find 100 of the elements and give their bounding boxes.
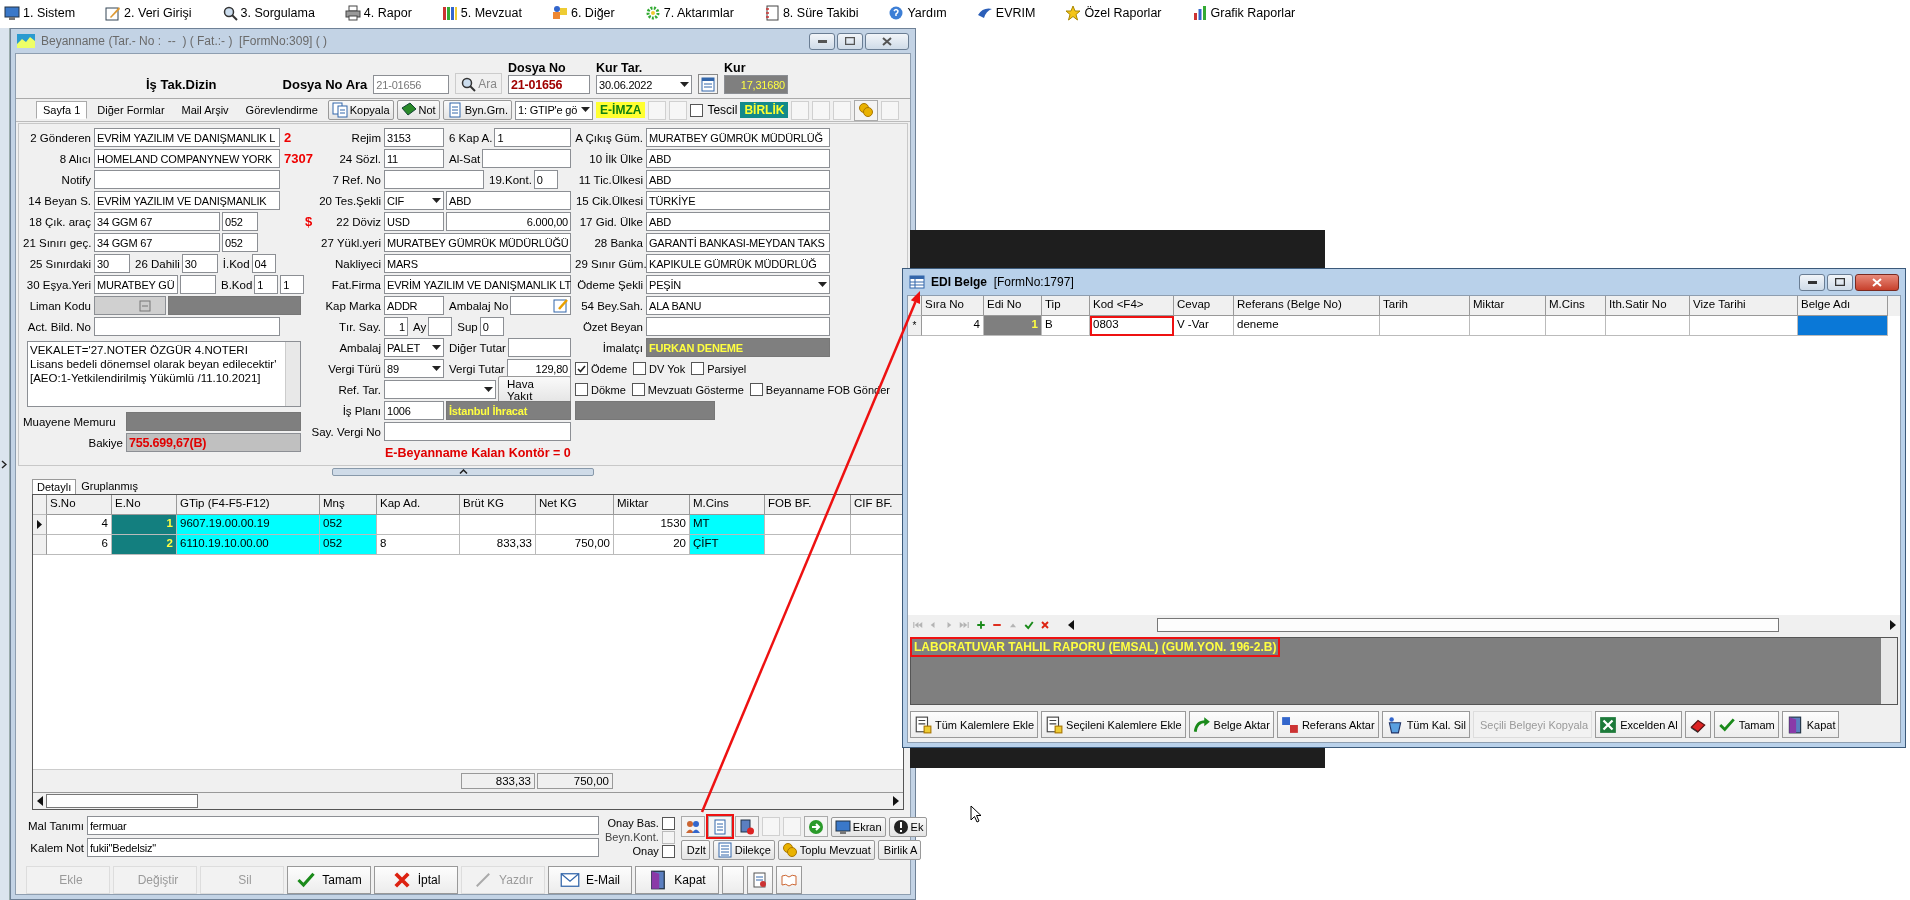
menu-item[interactable]: 3. Sorgulama	[221, 5, 315, 21]
menu-item[interactable]: 1. Sistem	[4, 5, 76, 21]
text-field[interactable]: MARS	[384, 254, 571, 273]
checkbox[interactable]	[633, 362, 647, 375]
text-field[interactable]: 34 GGM 67	[94, 212, 220, 231]
column-header[interactable]: Vize Tarihi	[1690, 296, 1798, 316]
menu-item[interactable]: Özel Raporlar	[1065, 5, 1162, 21]
text-field[interactable]: ALA BANU	[646, 296, 830, 315]
checkbox[interactable]	[575, 362, 588, 375]
column-header[interactable]: Sıra No	[922, 296, 984, 316]
column-header[interactable]: Miktar	[1470, 296, 1546, 316]
text-field[interactable]: MURATBEY GÜ	[94, 275, 178, 294]
column-header[interactable]: Kod <F4>	[1090, 296, 1174, 316]
text-field[interactable]: ABD	[446, 191, 571, 210]
close-button[interactable]	[865, 32, 909, 50]
text-field[interactable]: 30	[181, 254, 218, 273]
column-header[interactable]: Net KG	[536, 495, 614, 515]
vertical-scrollbar[interactable]	[285, 342, 300, 406]
file-number-field[interactable]: 21-01656	[508, 75, 591, 94]
toolbar-button[interactable]	[734, 816, 759, 837]
dropdown[interactable]: 1: GTIP'e gö	[515, 100, 594, 120]
text-field[interactable]: ABD	[646, 149, 830, 168]
text-field[interactable]	[94, 317, 280, 336]
text-field[interactable]: ADDR	[384, 296, 444, 315]
action-button[interactable]: Tamam	[1713, 711, 1779, 738]
column-header[interactable]: Tarih	[1380, 296, 1470, 316]
horizontal-scrollbar[interactable]	[33, 792, 903, 809]
maximize-button[interactable]	[837, 32, 863, 50]
text-field[interactable]	[180, 275, 216, 294]
toolbar-button[interactable]: Birlik A	[877, 840, 922, 860]
text-field[interactable]: 1	[494, 128, 571, 147]
action-button[interactable]: Kapat	[1781, 711, 1840, 738]
toolbar-button[interactable]: Toplu Mevzuat	[777, 840, 875, 860]
column-header[interactable]: FOB BF.	[765, 495, 851, 515]
dropdown[interactable]: PEŞİN	[646, 275, 830, 294]
text-field[interactable]	[482, 149, 571, 168]
text-field[interactable]: 0	[533, 170, 558, 189]
action-button[interactable]: Tüm Kalemlere Ekle	[910, 711, 1039, 738]
action-button[interactable]	[1684, 711, 1711, 738]
tab[interactable]: Detaylı	[32, 479, 77, 494]
text-field[interactable]	[646, 317, 830, 336]
navigator-button[interactable]	[1038, 619, 1052, 631]
menu-item[interactable]: 7. Aktarımlar	[644, 5, 734, 21]
toolbar-button[interactable]	[854, 99, 879, 121]
column-header[interactable]: M.Cins	[1546, 296, 1606, 316]
tab[interactable]: Gruplanmış	[76, 478, 144, 494]
toolbar-button[interactable]: Byn.Grn.	[442, 100, 513, 120]
toolbar-button[interactable]	[803, 816, 828, 837]
menu-item[interactable]: EVRIM	[976, 5, 1036, 21]
toolbar-button[interactable]: Kopyala	[327, 100, 394, 120]
menu-item[interactable]: 5. Mevzuat	[441, 5, 522, 21]
memo-field[interactable]: LABORATUVAR TAHLIL RAPORU (EMSAL) (GUM.YON. 196-2.B)	[910, 637, 1898, 705]
action-button[interactable]: Kapat	[635, 866, 719, 894]
column-header[interactable]: Ith.Satir No	[1606, 296, 1690, 316]
text-field[interactable]	[510, 296, 571, 315]
column-header[interactable]: Cevap	[1174, 296, 1234, 316]
action-button[interactable]: E-Mail	[548, 866, 632, 894]
tab[interactable]: Görevlendirme	[238, 101, 325, 119]
column-header[interactable]: Referans (Belge No)	[1234, 296, 1380, 316]
checkbox[interactable]	[691, 362, 705, 375]
vertical-scrollbar[interactable]	[1881, 638, 1897, 704]
text-field[interactable]: 04	[251, 254, 276, 273]
column-header[interactable]: Kap Ad.	[377, 495, 460, 515]
action-button[interactable]: Belge Aktar	[1188, 711, 1274, 738]
dropdown[interactable]: 89	[384, 359, 444, 378]
text-field[interactable]: USD	[384, 212, 444, 231]
text-field[interactable]: 129,80	[506, 359, 571, 378]
action-button[interactable]: Excelden Al	[1595, 711, 1682, 738]
tab[interactable]: Diğer Formlar	[90, 101, 172, 119]
menu-item[interactable]: Grafik Raporlar	[1191, 5, 1296, 21]
menu-item[interactable]: 2. Veri Girişi	[105, 5, 192, 21]
toolbar-button[interactable]: Dzlt	[680, 840, 710, 860]
checkbox[interactable]	[690, 103, 704, 117]
tab[interactable]: Sayfa 1	[36, 101, 88, 119]
text-field[interactable]: KAPIKULE GÜMRÜK MÜDÜRLÜĞ	[646, 254, 830, 273]
text-field[interactable]	[428, 317, 453, 336]
row-indicator[interactable]	[33, 515, 47, 535]
text-field[interactable]: ABD	[646, 170, 830, 189]
icon-button[interactable]	[747, 866, 773, 894]
text-field[interactable]: 052	[222, 233, 258, 252]
action-button[interactable]: İptal	[374, 866, 458, 894]
text-field[interactable]: 1006	[384, 401, 444, 420]
text-field[interactable]: 11	[384, 149, 444, 168]
menu-item[interactable]: 4. Rapor	[344, 5, 412, 21]
text-field[interactable]: 1	[254, 275, 279, 294]
minimize-button[interactable]	[1799, 273, 1825, 291]
lookup-field[interactable]	[94, 296, 166, 315]
action-button[interactable]: Seçileni Kalemlere Ekle	[1041, 711, 1186, 738]
checkbox[interactable]	[661, 816, 675, 830]
icon-button[interactable]	[776, 866, 802, 894]
toolbar-button[interactable]	[707, 816, 732, 837]
text-field[interactable]: EVRİM YAZILIM VE DANIŞMANLIK L	[94, 128, 280, 147]
text-field[interactable]: 3153	[384, 128, 444, 147]
row-indicator[interactable]: *	[908, 316, 922, 336]
checkbox[interactable]	[575, 383, 588, 396]
tab[interactable]: Mail Arşiv	[174, 101, 236, 119]
column-header[interactable]: Miktar	[614, 495, 690, 515]
text-field[interactable]: 052	[222, 212, 258, 231]
action-button[interactable]: Referans Aktar	[1276, 711, 1379, 738]
menu-item[interactable]: 8. Süre Takibi	[763, 5, 859, 21]
